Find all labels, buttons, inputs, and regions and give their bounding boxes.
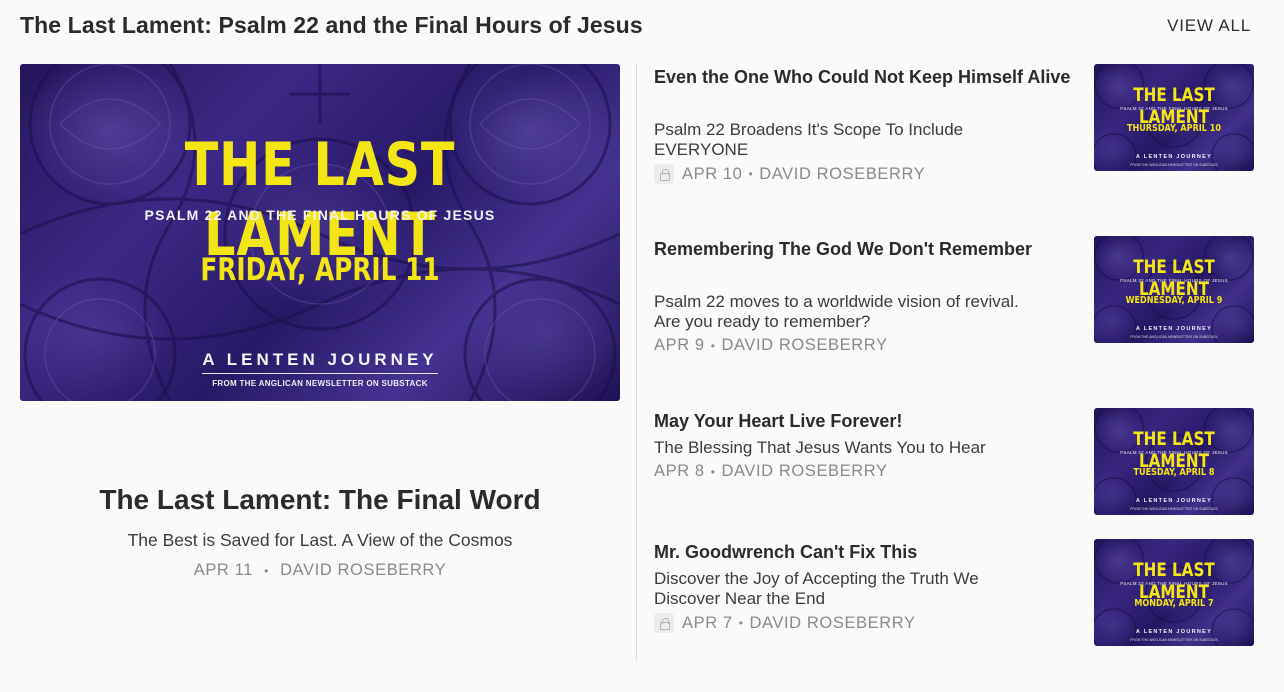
thumbnail-from: FROM THE ANGLICAN NEWSLETTER ON SUBSTACK (1130, 507, 1218, 511)
post-thumbnail[interactable]: THE LAST LAMENT PSALM 22 AND THE FINAL H… (1094, 408, 1254, 515)
thumbnail-cover-art: THE LAST LAMENT PSALM 22 AND THE FINAL H… (1094, 408, 1254, 515)
list-item[interactable]: Mr. Goodwrench Can't Fix This Discover t… (654, 539, 1254, 649)
featured-post-author[interactable]: DAVID ROSEBERRY (280, 561, 446, 579)
featured-post-meta: APR 11 • DAVID ROSEBERRY (20, 561, 620, 580)
featured-cover-journey: A LENTEN JOURNEY (202, 350, 438, 369)
featured-cover-subtitle: PSALM 22 AND THE FINAL HOURS OF JESUS (144, 207, 496, 223)
post-meta: APR 7 • DAVID ROSEBERRY (654, 613, 916, 633)
thumbnail-date: WEDNESDAY, APRIL 9 (1125, 295, 1223, 306)
post-date: APR 10 (682, 164, 743, 183)
list-item[interactable]: May Your Heart Live Forever! The Blessin… (654, 408, 1254, 518)
featured-cover-rule (202, 373, 438, 374)
thumbnail-from: FROM THE ANGLICAN NEWSLETTER ON SUBSTACK (1130, 163, 1218, 167)
view-all-link[interactable]: VIEW ALL (1167, 16, 1251, 36)
thumbnail-journey: A LENTEN JOURNEY (1135, 629, 1213, 635)
section-title[interactable]: The Last Lament: Psalm 22 and the Final … (20, 12, 643, 39)
thumbnail-subtitle: PSALM 22 AND THE FINAL HOURS OF JESUS (1120, 581, 1228, 586)
post-thumbnail[interactable]: THE LAST LAMENT PSALM 22 AND THE FINAL H… (1094, 64, 1254, 171)
list-item[interactable]: Even the One Who Could Not Keep Himself … (654, 64, 1254, 184)
thumbnail-journey: A LENTEN JOURNEY (1135, 154, 1213, 160)
thumbnail-date: THURSDAY, APRIL 10 (1126, 123, 1222, 134)
post-thumbnail[interactable]: THE LAST LAMENT PSALM 22 AND THE FINAL H… (1094, 539, 1254, 646)
post-title[interactable]: May Your Heart Live Forever! (654, 408, 1074, 434)
post-date: APR 7 (682, 613, 733, 632)
list-item[interactable]: Remembering The God We Don't Remember Ps… (654, 236, 1254, 354)
meta-separator: • (264, 564, 269, 578)
post-author[interactable]: DAVID ROSEBERRY (759, 165, 925, 184)
thumbnail-subtitle: PSALM 22 AND THE FINAL HOURS OF JESUS (1120, 450, 1228, 455)
featured-cover-from: FROM THE ANGLICAN NEWSLETTER ON SUBSTACK (212, 379, 428, 388)
featured-cover-art: THE LAST LAMENT PSALM 22 AND THE FINAL H… (20, 64, 620, 401)
featured-cover-title: THE LAST LAMENT (184, 130, 456, 270)
lock-icon (654, 164, 674, 184)
post-title[interactable]: Remembering The God We Don't Remember (654, 236, 1074, 262)
post-subtitle: Psalm 22 moves to a worldwide vision of … (654, 292, 1019, 331)
post-meta: APR 9 • DAVID ROSEBERRY (654, 336, 888, 355)
post-subtitle: The Blessing That Jesus Wants You to Hea… (654, 438, 986, 457)
thumbnail-cover-art: THE LAST LAMENT PSALM 22 AND THE FINAL H… (1094, 539, 1254, 646)
post-thumbnail[interactable]: THE LAST LAMENT PSALM 22 AND THE FINAL H… (1094, 236, 1254, 343)
thumbnail-date: MONDAY, APRIL 7 (1134, 598, 1214, 609)
post-date: APR 8 (654, 462, 705, 480)
post-date: APR 9 (654, 336, 705, 354)
meta-separator: • (748, 167, 754, 181)
thumbnail-cover-art: THE LAST LAMENT PSALM 22 AND THE FINAL H… (1094, 64, 1254, 171)
post-subtitle: Psalm 22 Broadens It's Scope To Include … (654, 120, 964, 159)
post-title[interactable]: Even the One Who Could Not Keep Himself … (654, 64, 1074, 90)
meta-separator: • (738, 616, 744, 630)
featured-post-title[interactable]: The Last Lament: The Final Word (20, 484, 620, 516)
post-author[interactable]: DAVID ROSEBERRY (722, 336, 888, 355)
thumbnail-cover-art: THE LAST LAMENT PSALM 22 AND THE FINAL H… (1094, 236, 1254, 343)
column-divider (636, 64, 637, 661)
featured-post-date: APR 11 (193, 561, 253, 579)
post-author[interactable]: DAVID ROSEBERRY (722, 462, 888, 481)
thumbnail-subtitle: PSALM 22 AND THE FINAL HOURS OF JESUS (1120, 106, 1228, 111)
post-meta: APR 8 • DAVID ROSEBERRY (654, 462, 888, 481)
thumbnail-date: TUESDAY, APRIL 8 (1133, 467, 1215, 478)
post-title[interactable]: Mr. Goodwrench Can't Fix This (654, 539, 1074, 565)
thumbnail-subtitle: PSALM 22 AND THE FINAL HOURS OF JESUS (1120, 278, 1228, 283)
featured-post-subtitle: The Best is Saved for Last. A View of th… (127, 530, 513, 550)
featured-cover-date: FRIDAY, APRIL 11 (200, 252, 440, 288)
post-subtitle: Discover the Joy of Accepting the Truth … (654, 569, 979, 608)
meta-separator: • (710, 464, 716, 479)
post-meta: APR 10 • DAVID ROSEBERRY (654, 164, 925, 184)
post-author[interactable]: DAVID ROSEBERRY (750, 614, 916, 633)
meta-separator: • (710, 338, 716, 353)
featured-post-image[interactable]: THE LAST LAMENT PSALM 22 AND THE FINAL H… (20, 64, 620, 401)
thumbnail-from: FROM THE ANGLICAN NEWSLETTER ON SUBSTACK (1130, 335, 1218, 339)
thumbnail-journey: A LENTEN JOURNEY (1135, 498, 1213, 504)
thumbnail-journey: A LENTEN JOURNEY (1135, 326, 1213, 332)
lock-icon (654, 613, 674, 633)
thumbnail-from: FROM THE ANGLICAN NEWSLETTER ON SUBSTACK (1130, 638, 1218, 642)
